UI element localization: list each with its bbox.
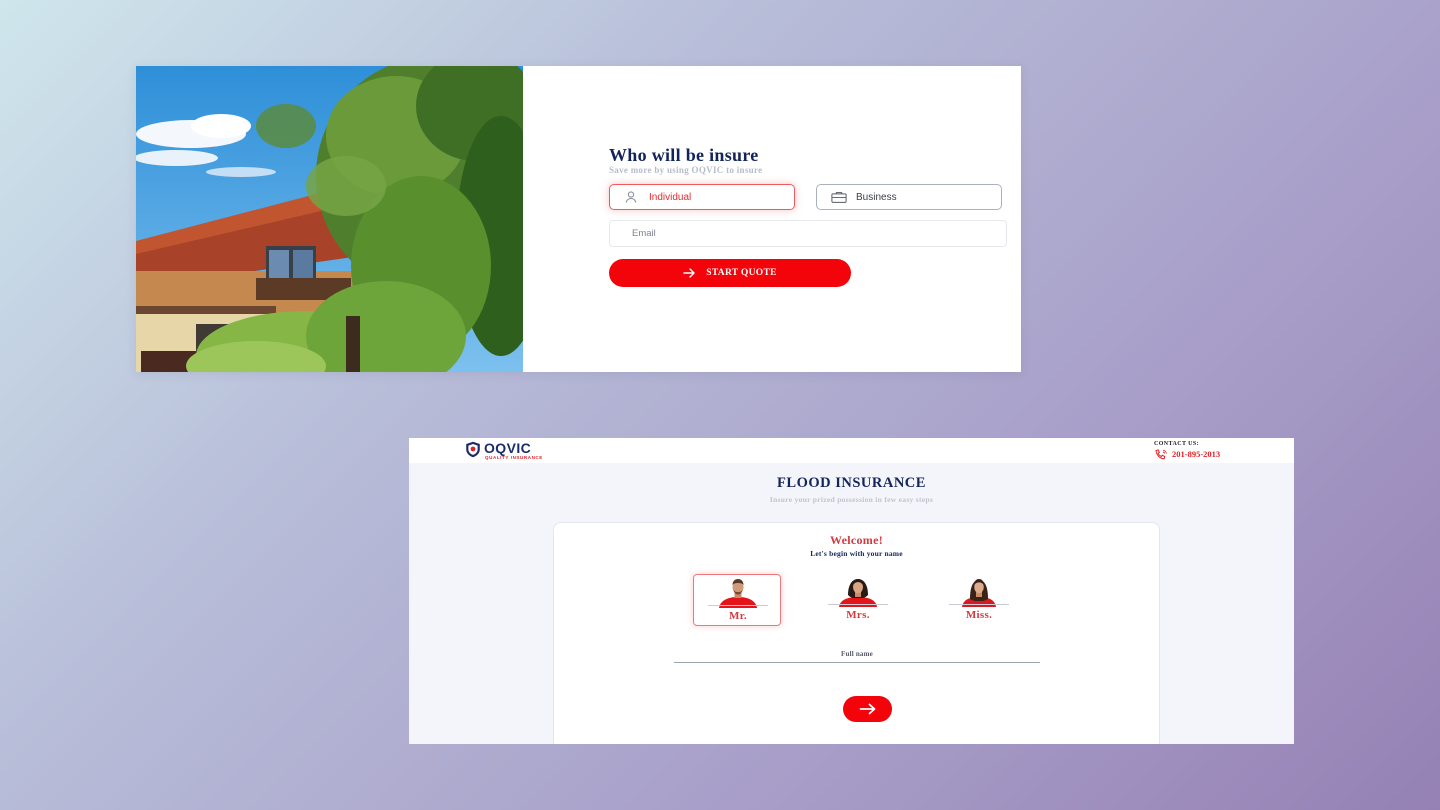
quote-title: Who will be insure	[609, 145, 759, 165]
logo-name: OQVIC	[484, 440, 532, 456]
shield-logo-icon	[466, 441, 480, 458]
title-label-miss: Miss.	[965, 609, 993, 621]
oqvic-logo[interactable]: OQVIC QUALITY INSURANCE	[465, 441, 543, 461]
quote-form: Who will be insure Save more by using OQ…	[609, 145, 1009, 287]
male-avatar	[719, 579, 757, 608]
start-quote-button[interactable]: START QUOTE	[609, 259, 851, 287]
welcome-heading: Welcome!	[829, 533, 884, 547]
female-avatar	[962, 579, 996, 607]
avatar-divider	[949, 604, 1009, 605]
business-label: Business	[856, 191, 897, 203]
quote-subtitle: Save more by using OQVIC to insure	[609, 165, 763, 175]
individual-label: Individual	[649, 191, 692, 203]
phone-number: 201-895-2013	[1172, 449, 1221, 459]
next-step-button[interactable]	[843, 696, 892, 722]
full-name-input[interactable]	[674, 659, 1040, 663]
insured-type-selector: Individual Business	[609, 184, 1005, 212]
page-title: FLOOD INSURANCE	[777, 475, 926, 491]
full-name-label: Full name	[841, 650, 873, 658]
title-label-mrs: Mrs.	[846, 609, 870, 621]
title-option-miss[interactable]: Miss.	[935, 574, 1023, 626]
arrow-right-icon	[859, 703, 875, 715]
flood-insurance-page: OQVIC QUALITY INSURANCE CONTACT US: 201-…	[409, 438, 1294, 744]
user-icon	[624, 190, 640, 204]
site-header: OQVIC QUALITY INSURANCE CONTACT US: 201-…	[409, 438, 1294, 463]
title-option-mr[interactable]: Mr.	[693, 574, 781, 626]
business-option[interactable]: Business	[816, 184, 1002, 210]
female-avatar	[839, 579, 877, 607]
contact-phone[interactable]: 201-895-2013	[1154, 448, 1220, 460]
quote-card: Who will be insure Save more by using OQ…	[136, 66, 1021, 372]
title-label-mr: Mr.	[729, 610, 747, 622]
contact-info: CONTACT US: 201-895-2013	[1154, 441, 1220, 460]
avatar-divider	[708, 605, 768, 606]
email-input[interactable]	[609, 220, 1007, 247]
hero-house-image	[136, 66, 523, 372]
name-step-panel: Welcome! Let's begin with your name Mr.	[553, 522, 1160, 744]
logo-tagline: QUALITY INSURANCE	[485, 455, 543, 460]
contact-label: CONTACT US:	[1154, 441, 1200, 447]
page-subtitle: Insure your prized possession in few eas…	[769, 495, 934, 504]
individual-option[interactable]: Individual	[609, 184, 795, 210]
arrow-right-icon	[683, 268, 696, 278]
title-option-mrs[interactable]: Mrs.	[814, 574, 902, 626]
phone-icon	[1154, 448, 1168, 460]
briefcase-icon	[831, 190, 847, 204]
avatar-divider	[828, 604, 888, 605]
start-quote-label: START QUOTE	[706, 268, 777, 278]
name-prompt: Let's begin with your name	[810, 549, 903, 558]
